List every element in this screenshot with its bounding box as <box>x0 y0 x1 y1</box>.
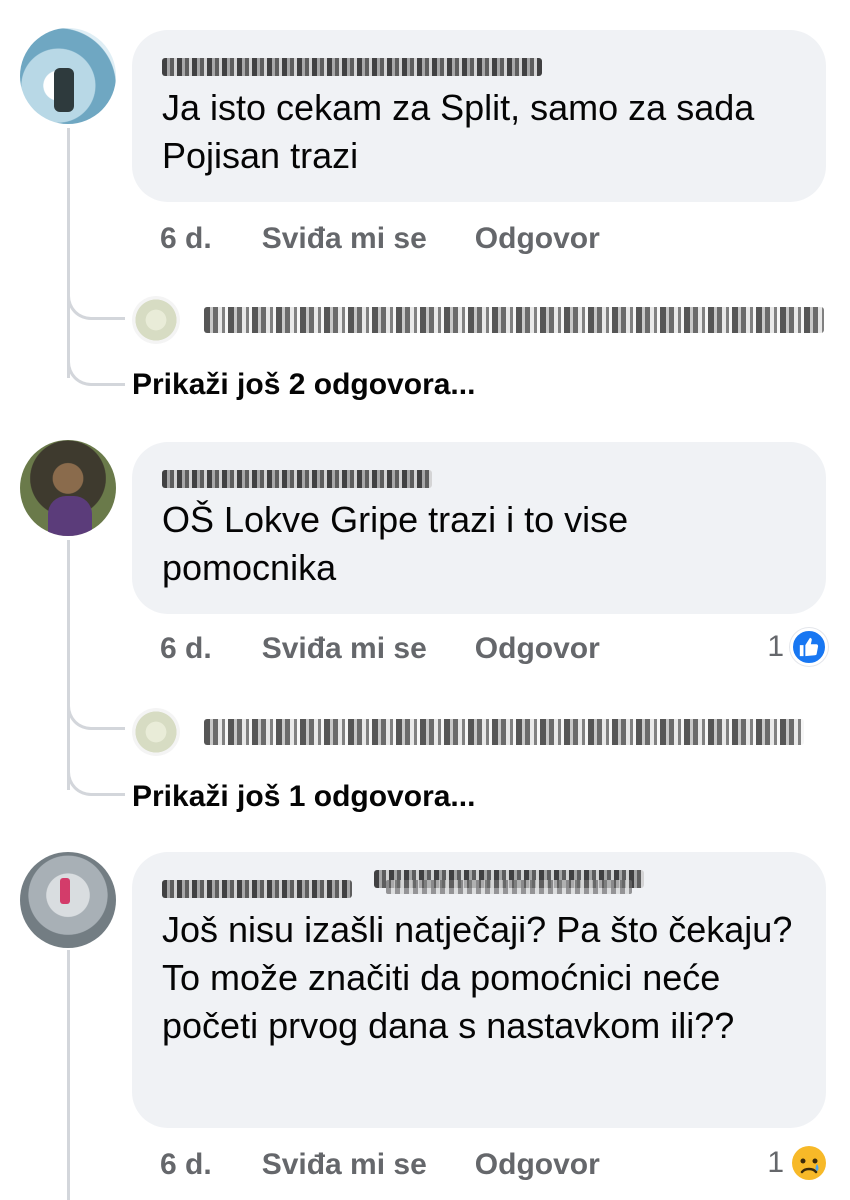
reaction-summary[interactable]: 1 <box>767 628 828 666</box>
comment-actions: 6 d. Sviđa mi se Odgovor <box>160 222 600 256</box>
comment-bubble: Ja isto cekam za Split, samo za sada Poj… <box>132 30 826 202</box>
timestamp[interactable]: 6 d. <box>160 632 212 666</box>
thread-curve <box>67 730 125 796</box>
author-badge-blurred <box>374 870 644 894</box>
author-name-blurred[interactable] <box>162 870 644 906</box>
avatar <box>132 708 180 756</box>
like-icon <box>790 628 828 666</box>
comment-actions: 6 d. Sviđa mi se Odgovor <box>160 1148 600 1182</box>
like-button[interactable]: Sviđa mi se <box>262 632 427 666</box>
thread-line <box>67 950 70 1200</box>
reaction-count: 1 <box>767 630 784 663</box>
show-more-replies-button[interactable]: Prikaži još 1 odgovora... <box>132 780 475 814</box>
avatar[interactable] <box>20 852 116 948</box>
reply-preview-blurred <box>204 307 824 333</box>
sad-icon <box>790 1144 828 1182</box>
reply-button[interactable]: Odgovor <box>475 222 600 256</box>
comment-text: OŠ Lokve Gripe trazi i to vise pomocnika <box>162 499 629 588</box>
reply-button[interactable]: Odgovor <box>475 632 600 666</box>
thread-curve <box>67 280 125 320</box>
avatar[interactable] <box>20 28 116 124</box>
comment-actions: 6 d. Sviđa mi se Odgovor <box>160 632 600 666</box>
reply-preview[interactable] <box>132 292 824 348</box>
author-name-blurred[interactable] <box>162 460 542 496</box>
thread-curve <box>67 690 125 730</box>
comment-bubble: OŠ Lokve Gripe trazi i to vise pomocnika <box>132 442 826 614</box>
comment-bubble: Još nisu izašli natječaji? Pa što čekaju… <box>132 852 826 1128</box>
comment-text: Još nisu izašli natječaji? Pa što čekaju… <box>162 909 793 1046</box>
avatar[interactable] <box>20 440 116 536</box>
thread-curve <box>67 320 125 386</box>
reaction-count: 1 <box>767 1146 784 1179</box>
like-button[interactable]: Sviđa mi se <box>262 222 427 256</box>
comment-text: Ja isto cekam za Split, samo za sada Poj… <box>162 87 755 176</box>
author-name-blurred[interactable] <box>162 48 542 84</box>
timestamp[interactable]: 6 d. <box>160 222 212 256</box>
like-button[interactable]: Sviđa mi se <box>262 1148 427 1182</box>
avatar <box>132 296 180 344</box>
timestamp[interactable]: 6 d. <box>160 1148 212 1182</box>
reply-preview-blurred <box>204 719 804 745</box>
reaction-summary[interactable]: 1 <box>767 1144 828 1182</box>
reply-button[interactable]: Odgovor <box>475 1148 600 1182</box>
show-more-replies-button[interactable]: Prikaži još 2 odgovora... <box>132 368 475 402</box>
reply-preview[interactable] <box>132 704 804 760</box>
